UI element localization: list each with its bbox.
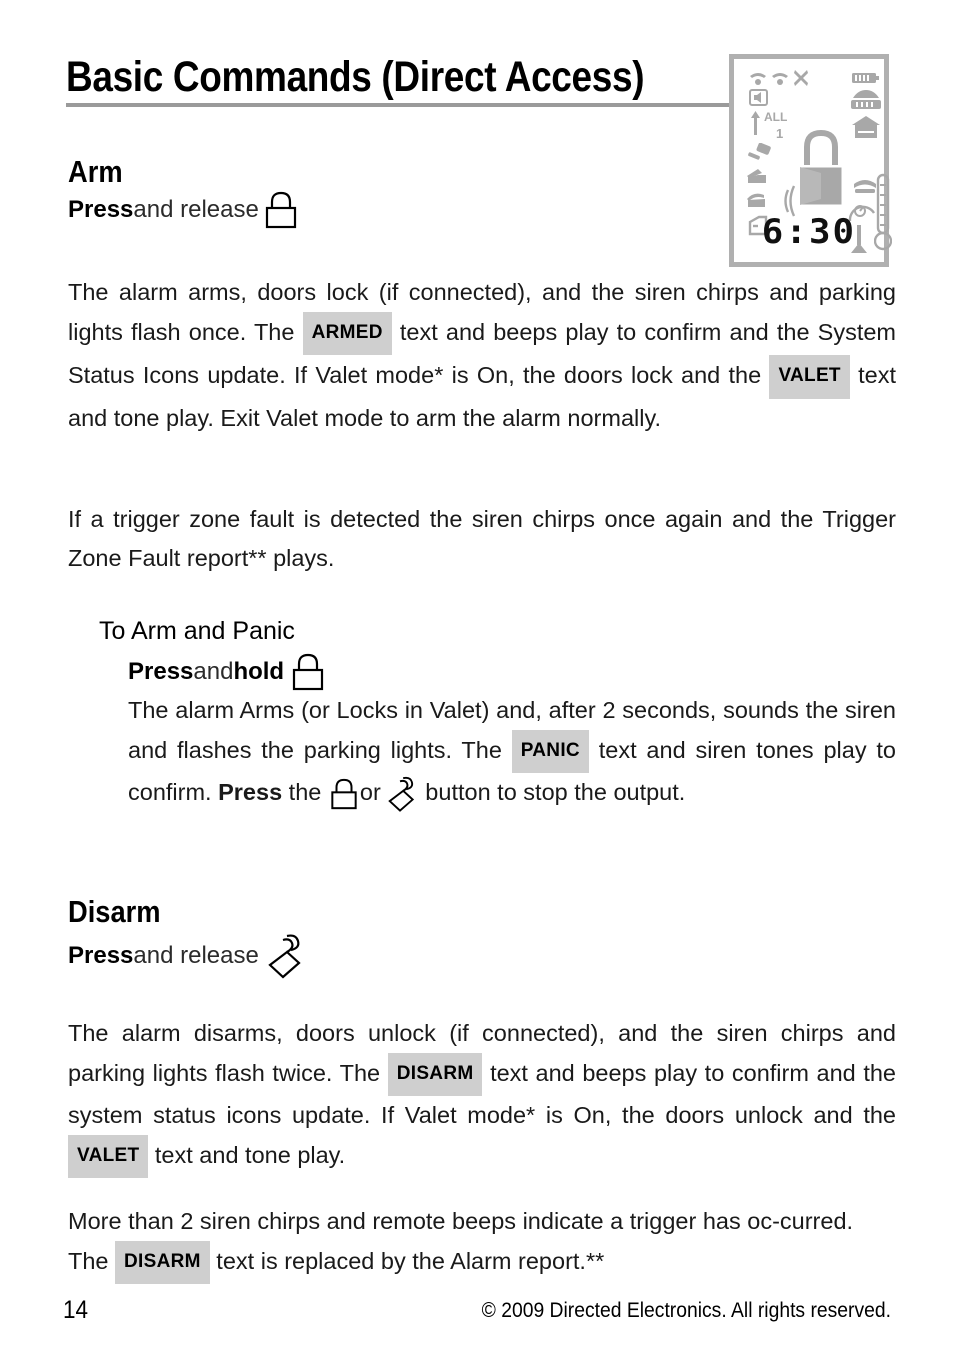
panic-hold-label: hold — [233, 658, 285, 685]
manual-page: Basic Commands (Direct Access) ALL 1 6:3… — [0, 0, 954, 1359]
padlock-icon — [794, 127, 848, 217]
lcd-clock: 6:30 — [738, 212, 880, 252]
status-badge-disarm: DISARM — [115, 1240, 210, 1284]
car-hood-icon — [746, 190, 774, 214]
panic-press-label: Press — [128, 658, 194, 685]
speaker-icon — [749, 89, 769, 111]
car-trunk-icon — [746, 165, 774, 189]
lock-icon — [263, 190, 299, 230]
status-badge-armed: ARMED — [302, 311, 392, 355]
lock-icon — [290, 652, 326, 692]
disarm-action-line: Press and release — [68, 932, 303, 980]
lcd-clock-time: 6:30 — [761, 212, 857, 252]
disarm-paragraph-2: More than 2 siren chirps and remote beep… — [68, 1202, 896, 1284]
page-number: 14 — [63, 1296, 89, 1324]
car-front-icon — [850, 89, 882, 115]
panic-body-or: or — [359, 779, 381, 805]
panic-body-press: Press — [218, 779, 283, 805]
disarm-paragraph-1: The alarm disarms, doors unlock (if conn… — [68, 1014, 896, 1178]
unlock-icon — [384, 775, 416, 813]
unlock-icon — [263, 932, 303, 980]
arm-paragraph-1: The alarm arms, doors lock (if connected… — [68, 273, 896, 437]
page-title-row: Basic Commands (Direct Access) — [66, 52, 726, 110]
lcd-channel-label: 1 — [776, 127, 783, 140]
status-badge-valet: VALET — [769, 355, 850, 399]
lcd-screen: ALL 1 6:30 — [738, 63, 893, 258]
remote-lcd-display: ALL 1 6:30 — [729, 54, 893, 267]
no-signal-x-icon — [793, 69, 809, 91]
panic-paragraph: The alarm Arms (or Locks in Valet) and, … — [128, 691, 896, 813]
arm-paragraph-2: If a trigger zone fault is detected the … — [68, 500, 896, 577]
arm-heading: Arm — [68, 154, 123, 189]
disarm-press-label: Press — [68, 942, 134, 969]
lcd-channel-text: 1 — [776, 126, 784, 141]
lock-icon — [329, 777, 359, 811]
garage-home-icon — [851, 115, 881, 143]
panic-heading: To Arm and Panic — [99, 617, 295, 645]
antenna-signal-alt-icon — [770, 71, 790, 91]
copyright-notice: © 2009 Directed Electronics. All rights … — [481, 1299, 891, 1322]
status-badge-panic: PANIC — [511, 729, 589, 773]
battery-icon — [852, 71, 880, 89]
arm-press-label: Press — [68, 196, 134, 223]
up-arrow-icon — [750, 111, 761, 139]
panic-body-part4: button to stop the output. — [418, 779, 686, 805]
antenna-signal-icon — [748, 71, 768, 91]
panic-action-line: Press and hold — [128, 652, 326, 692]
page-title: Basic Commands (Direct Access) — [66, 53, 645, 101]
panic-and-label: and — [193, 658, 234, 685]
disarm-release-label: and release — [133, 942, 259, 969]
arm-release-label: and release — [133, 196, 259, 223]
disarm-para1-part3: text and tone play. — [148, 1141, 346, 1168]
disarm-para2-part2: text is replaced by the Alarm report.** — [209, 1247, 605, 1274]
lcd-all-label: ALL — [764, 111, 787, 123]
arm-para2-text: If a trigger zone fault is detected the … — [68, 506, 896, 571]
title-divider — [66, 103, 730, 107]
disarm-heading: Disarm — [68, 894, 161, 929]
arm-action-line: Press and release — [68, 190, 299, 230]
status-badge-valet: VALET — [68, 1134, 149, 1178]
lcd-all-text: ALL — [764, 110, 788, 124]
status-badge-disarm: DISARM — [387, 1052, 483, 1096]
panic-body-part3: the — [282, 779, 328, 805]
